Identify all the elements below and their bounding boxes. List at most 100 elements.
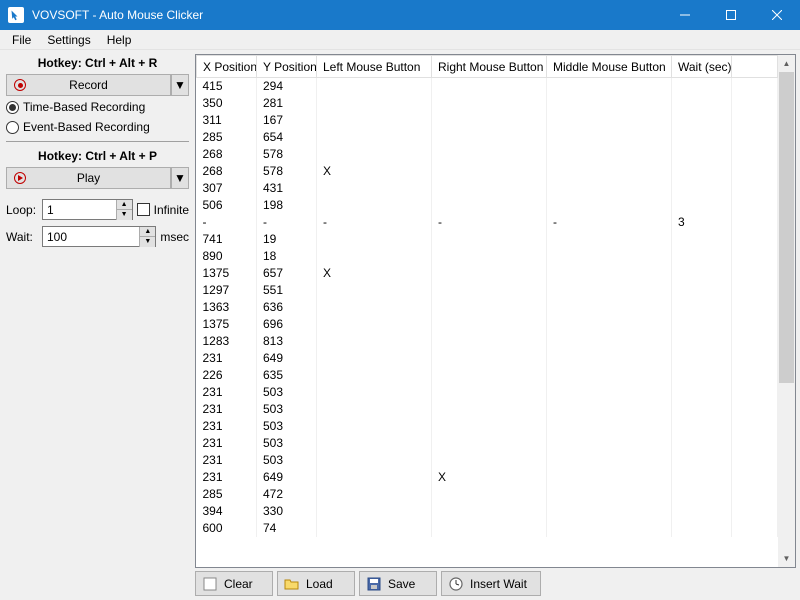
radio-time-based[interactable]: Time-Based Recording <box>6 98 189 116</box>
table-cell[interactable] <box>547 78 672 95</box>
table-cell[interactable] <box>432 401 547 418</box>
table-cell[interactable] <box>317 316 432 333</box>
wait-input[interactable]: 100 ▲▼ <box>42 226 156 247</box>
table-row[interactable]: 231503 <box>197 435 778 452</box>
table-cell[interactable] <box>547 248 672 265</box>
table-cell[interactable]: 231 <box>197 418 257 435</box>
table-cell[interactable]: 813 <box>257 333 317 350</box>
table-cell[interactable] <box>432 299 547 316</box>
table-cell[interactable] <box>432 316 547 333</box>
table-row[interactable]: 506198 <box>197 197 778 214</box>
vertical-scrollbar[interactable]: ▲ ▼ <box>778 55 795 567</box>
record-button[interactable]: Record <box>6 74 171 96</box>
table-cell[interactable]: X <box>317 163 432 180</box>
table-cell[interactable] <box>317 129 432 146</box>
table-row[interactable]: 268578 <box>197 146 778 163</box>
table-cell[interactable] <box>317 180 432 197</box>
table-row[interactable]: 415294 <box>197 78 778 95</box>
table-cell[interactable]: - <box>197 214 257 231</box>
insert-wait-button[interactable]: Insert Wait <box>441 571 541 596</box>
table-cell[interactable] <box>672 299 732 316</box>
table-cell[interactable]: 285 <box>197 129 257 146</box>
table-cell[interactable]: 1297 <box>197 282 257 299</box>
table-cell[interactable] <box>547 316 672 333</box>
table-cell[interactable] <box>432 78 547 95</box>
table-cell[interactable] <box>672 282 732 299</box>
table-cell[interactable] <box>432 265 547 282</box>
table-cell[interactable] <box>317 112 432 129</box>
table-cell[interactable] <box>317 401 432 418</box>
table-cell[interactable] <box>317 299 432 316</box>
table-cell[interactable]: 696 <box>257 316 317 333</box>
table-cell[interactable] <box>547 197 672 214</box>
column-header[interactable]: Left Mouse Button <box>317 56 432 78</box>
column-header[interactable]: Middle Mouse Button <box>547 56 672 78</box>
table-cell[interactable] <box>672 265 732 282</box>
table-cell[interactable] <box>547 333 672 350</box>
table-cell[interactable]: 503 <box>257 401 317 418</box>
minimize-button[interactable] <box>662 0 708 30</box>
table-cell[interactable]: 231 <box>197 452 257 469</box>
table-cell[interactable]: 741 <box>197 231 257 248</box>
table-cell[interactable] <box>317 350 432 367</box>
table-cell[interactable] <box>672 248 732 265</box>
table-cell[interactable] <box>317 95 432 112</box>
table-cell[interactable]: 503 <box>257 435 317 452</box>
table-cell[interactable]: 231 <box>197 350 257 367</box>
table-cell[interactable] <box>317 418 432 435</box>
table-cell[interactable] <box>672 112 732 129</box>
table-row[interactable]: 231503 <box>197 384 778 401</box>
table-cell[interactable]: 551 <box>257 282 317 299</box>
table-cell[interactable]: 311 <box>197 112 257 129</box>
table-cell[interactable] <box>672 163 732 180</box>
column-header[interactable]: X Position <box>197 56 257 78</box>
infinite-checkbox[interactable] <box>137 203 150 216</box>
scroll-thumb[interactable] <box>779 72 794 383</box>
table-cell[interactable] <box>547 367 672 384</box>
table-cell[interactable]: 231 <box>197 435 257 452</box>
table-cell[interactable]: 18 <box>257 248 317 265</box>
table-cell[interactable] <box>547 163 672 180</box>
table-cell[interactable] <box>317 384 432 401</box>
loop-input[interactable]: 1 ▲▼ <box>42 199 133 220</box>
table-cell[interactable]: 1375 <box>197 316 257 333</box>
wait-spinner[interactable]: ▲▼ <box>139 227 155 247</box>
table-cell[interactable] <box>547 350 672 367</box>
table-cell[interactable] <box>547 299 672 316</box>
table-cell[interactable]: X <box>432 469 547 486</box>
table-cell[interactable]: 636 <box>257 299 317 316</box>
table-cell[interactable] <box>672 316 732 333</box>
table-cell[interactable]: 1375 <box>197 265 257 282</box>
table-cell[interactable] <box>317 231 432 248</box>
table-row[interactable]: 1375657X <box>197 265 778 282</box>
table-cell[interactable]: 285 <box>197 486 257 503</box>
menu-help[interactable]: Help <box>99 31 140 49</box>
table-cell[interactable] <box>547 469 672 486</box>
table-cell[interactable] <box>432 418 547 435</box>
table-cell[interactable] <box>672 333 732 350</box>
table-cell[interactable] <box>317 333 432 350</box>
table-cell[interactable] <box>317 503 432 520</box>
table-cell[interactable]: - <box>257 214 317 231</box>
table-cell[interactable] <box>317 452 432 469</box>
table-row[interactable]: 268578X <box>197 163 778 180</box>
table-cell[interactable] <box>547 129 672 146</box>
table-cell[interactable] <box>547 418 672 435</box>
table-cell[interactable] <box>432 95 547 112</box>
table-cell[interactable] <box>432 384 547 401</box>
table-cell[interactable]: 268 <box>197 163 257 180</box>
table-cell[interactable] <box>547 180 672 197</box>
table-row[interactable]: 231503 <box>197 452 778 469</box>
table-cell[interactable] <box>672 384 732 401</box>
table-cell[interactable] <box>672 435 732 452</box>
table-cell[interactable] <box>672 350 732 367</box>
column-header[interactable]: Right Mouse Button <box>432 56 547 78</box>
table-cell[interactable] <box>317 469 432 486</box>
table-row[interactable]: 1297551 <box>197 282 778 299</box>
table-cell[interactable] <box>317 197 432 214</box>
table-cell[interactable]: 600 <box>197 520 257 537</box>
table-cell[interactable] <box>432 350 547 367</box>
table-row[interactable]: 1283813 <box>197 333 778 350</box>
table-cell[interactable] <box>672 95 732 112</box>
table-cell[interactable] <box>432 248 547 265</box>
